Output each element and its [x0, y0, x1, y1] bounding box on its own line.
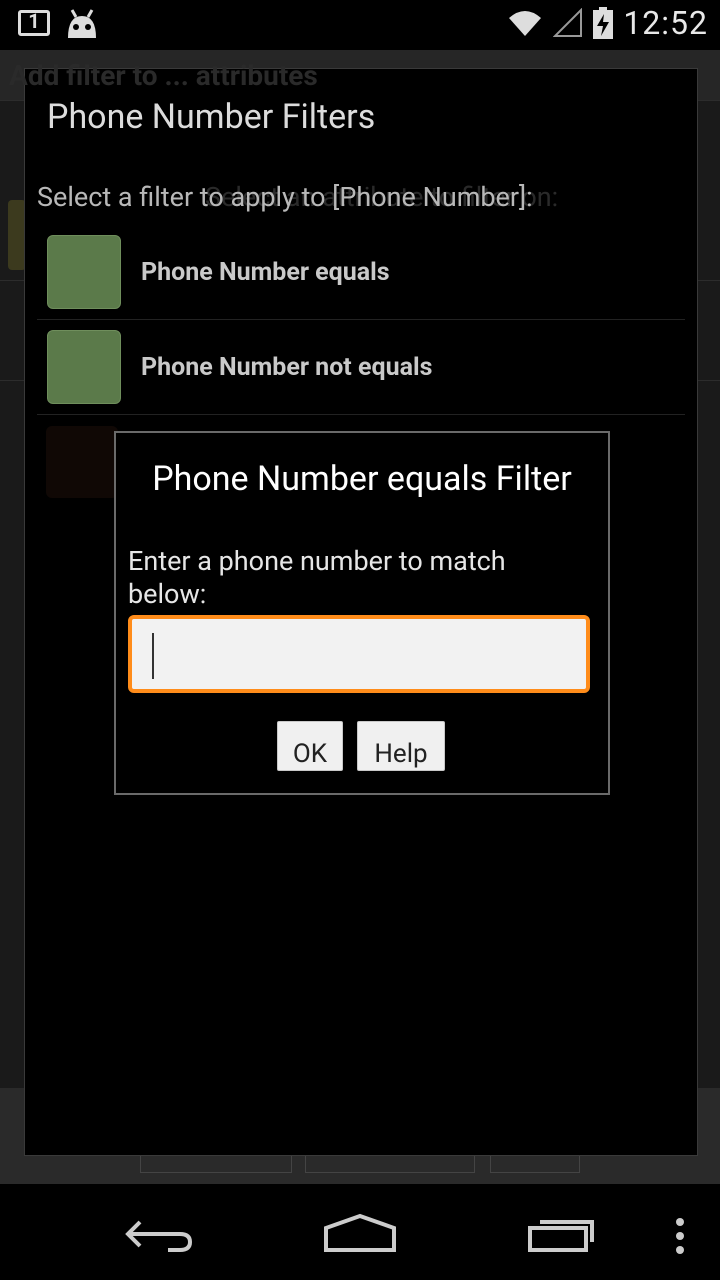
- filter-color-swatch: [47, 235, 121, 309]
- recents-icon[interactable]: [526, 1214, 598, 1254]
- status-bar: 1 12:52: [0, 0, 720, 50]
- clock: 12:52: [623, 4, 708, 42]
- help-button[interactable]: Help: [357, 721, 445, 771]
- signal-icon: [553, 8, 583, 37]
- navigation-bar: [0, 1184, 720, 1280]
- phone-equals-filter-dialog: Phone Number equals Filter Enter a phone…: [114, 431, 610, 795]
- partially-hidden-swatch: [46, 426, 118, 498]
- back-icon[interactable]: [124, 1214, 196, 1254]
- filter-item-not-equals[interactable]: Phone Number not equals: [37, 320, 685, 415]
- filter-color-swatch: [47, 330, 121, 404]
- notification-count: 1: [28, 9, 40, 33]
- phone-number-input[interactable]: [128, 615, 590, 693]
- filter-list-title: Phone Number Filters: [47, 97, 376, 137]
- ok-button[interactable]: OK: [277, 721, 343, 771]
- dialog-message: Enter a phone number to match below:: [128, 545, 506, 610]
- text-cursor: [152, 633, 154, 679]
- notification-count-icon: 1: [18, 9, 50, 36]
- battery-charging-icon: [593, 7, 614, 39]
- home-icon[interactable]: [322, 1212, 398, 1254]
- dialog-title: Phone Number equals Filter: [152, 459, 572, 499]
- wifi-icon: [509, 11, 542, 36]
- overflow-menu-icon[interactable]: [672, 1216, 688, 1256]
- filter-list-subtitle: Select a filter to apply to [Phone Numbe…: [37, 181, 533, 213]
- filter-item-label: Phone Number not equals: [141, 352, 433, 382]
- filter-item-equals[interactable]: Phone Number equals: [37, 225, 685, 320]
- android-debug-icon: [68, 9, 96, 38]
- filter-item-label: Phone Number equals: [141, 257, 390, 287]
